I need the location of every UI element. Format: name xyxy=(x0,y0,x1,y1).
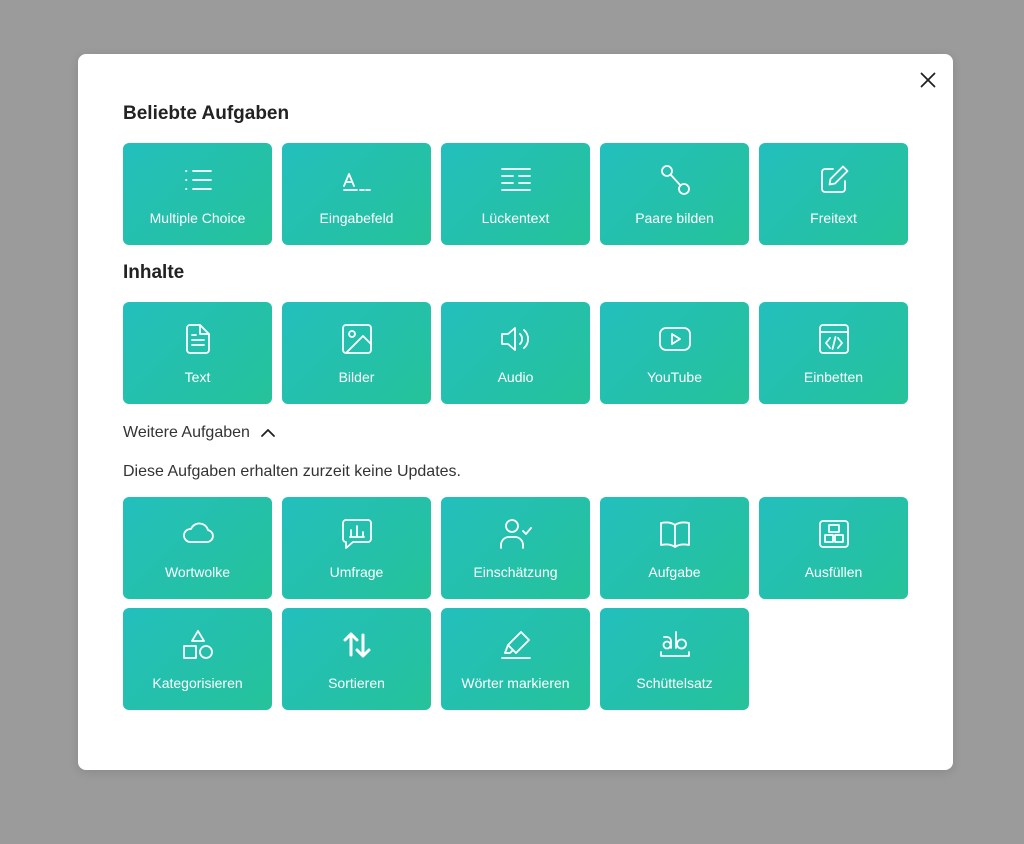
tile-label: Wörter markieren xyxy=(461,675,570,691)
tile-einschaetzung[interactable]: Einschätzung xyxy=(441,497,590,599)
tile-bilder[interactable]: Bilder xyxy=(282,302,431,404)
shapes-icon xyxy=(181,628,215,662)
chevron-up-icon xyxy=(260,425,276,441)
tile-youtube[interactable]: YouTube xyxy=(600,302,749,404)
user-check-icon xyxy=(499,517,533,551)
gap-text-icon xyxy=(499,163,533,197)
tile-label: Eingabefeld xyxy=(319,210,394,226)
tile-label: Einbetten xyxy=(803,369,864,385)
tile-label: Paare bilden xyxy=(635,210,714,226)
tile-label: YouTube xyxy=(646,369,702,385)
layout-icon xyxy=(817,517,851,551)
tile-label: Umfrage xyxy=(329,564,384,580)
tile-label: Aufgabe xyxy=(648,564,701,580)
popular-tiles-grid: Multiple Choice Eingabefeld Lückentext P… xyxy=(123,143,909,245)
image-icon xyxy=(340,322,374,356)
tile-label: Audio xyxy=(497,369,534,385)
tile-label: Wortwolke xyxy=(164,564,231,580)
list-icon xyxy=(181,163,215,197)
tile-paare-bilden[interactable]: Paare bilden xyxy=(600,143,749,245)
tile-multiple-choice[interactable]: Multiple Choice xyxy=(123,143,272,245)
tile-label: Bilder xyxy=(338,369,375,385)
tile-umfrage[interactable]: Umfrage xyxy=(282,497,431,599)
tile-ausfuellen[interactable]: Ausfüllen xyxy=(759,497,908,599)
sort-arrows-icon xyxy=(340,628,374,662)
tile-wortwolke[interactable]: Wortwolke xyxy=(123,497,272,599)
close-icon xyxy=(920,72,936,88)
tile-kategorisieren[interactable]: Kategorisieren xyxy=(123,608,272,710)
tile-woerter-markieren[interactable]: Wörter markieren xyxy=(441,608,590,710)
deprecation-note: Diese Aufgaben erhalten zurzeit keine Up… xyxy=(123,463,461,480)
youtube-icon xyxy=(658,322,692,356)
ab-text-icon xyxy=(658,628,692,662)
tile-label: Schüttelsatz xyxy=(636,675,713,691)
tile-label: Lückentext xyxy=(481,210,550,226)
edit-icon xyxy=(817,163,851,197)
book-icon xyxy=(658,517,692,551)
popular-section-title: Beliebte Aufgaben xyxy=(123,103,290,124)
poll-icon xyxy=(340,517,374,551)
tile-audio[interactable]: Audio xyxy=(441,302,590,404)
text-input-icon xyxy=(340,163,374,197)
close-button[interactable] xyxy=(916,68,940,92)
document-icon xyxy=(181,322,215,356)
content-section-title: Inhalte xyxy=(123,262,185,283)
tile-label: Freitext xyxy=(810,210,857,226)
tile-sortieren[interactable]: Sortieren xyxy=(282,608,431,710)
tile-label: Einschätzung xyxy=(473,564,558,580)
cloud-icon xyxy=(181,517,215,551)
tile-label: Kategorisieren xyxy=(152,675,243,691)
tile-label: Multiple Choice xyxy=(149,210,246,226)
pairs-icon xyxy=(658,163,692,197)
content-tiles-grid: Text Bilder Audio YouTube Einbetten xyxy=(123,302,909,404)
more-tiles-grid: Wortwolke Umfrage Einschätzung Aufgabe A… xyxy=(123,497,909,710)
tile-label: Sortieren xyxy=(328,675,385,691)
more-tasks-toggle[interactable]: Weitere Aufgaben xyxy=(123,422,276,444)
tile-label: Text xyxy=(184,369,211,385)
tile-aufgabe[interactable]: Aufgabe xyxy=(600,497,749,599)
embed-icon xyxy=(817,322,851,356)
tile-schuettelsatz[interactable]: Schüttelsatz xyxy=(600,608,749,710)
speaker-icon xyxy=(499,322,533,356)
more-tasks-toggle-label: Weitere Aufgaben xyxy=(123,424,250,441)
tile-lueckentext[interactable]: Lückentext xyxy=(441,143,590,245)
task-picker-dialog: Beliebte Aufgaben Multiple Choice Eingab… xyxy=(78,54,953,770)
tile-einbetten[interactable]: Einbetten xyxy=(759,302,908,404)
tile-freitext[interactable]: Freitext xyxy=(759,143,908,245)
tile-text[interactable]: Text xyxy=(123,302,272,404)
tile-label: Ausfüllen xyxy=(804,564,863,580)
tile-eingabefeld[interactable]: Eingabefeld xyxy=(282,143,431,245)
highlighter-icon xyxy=(499,628,533,662)
